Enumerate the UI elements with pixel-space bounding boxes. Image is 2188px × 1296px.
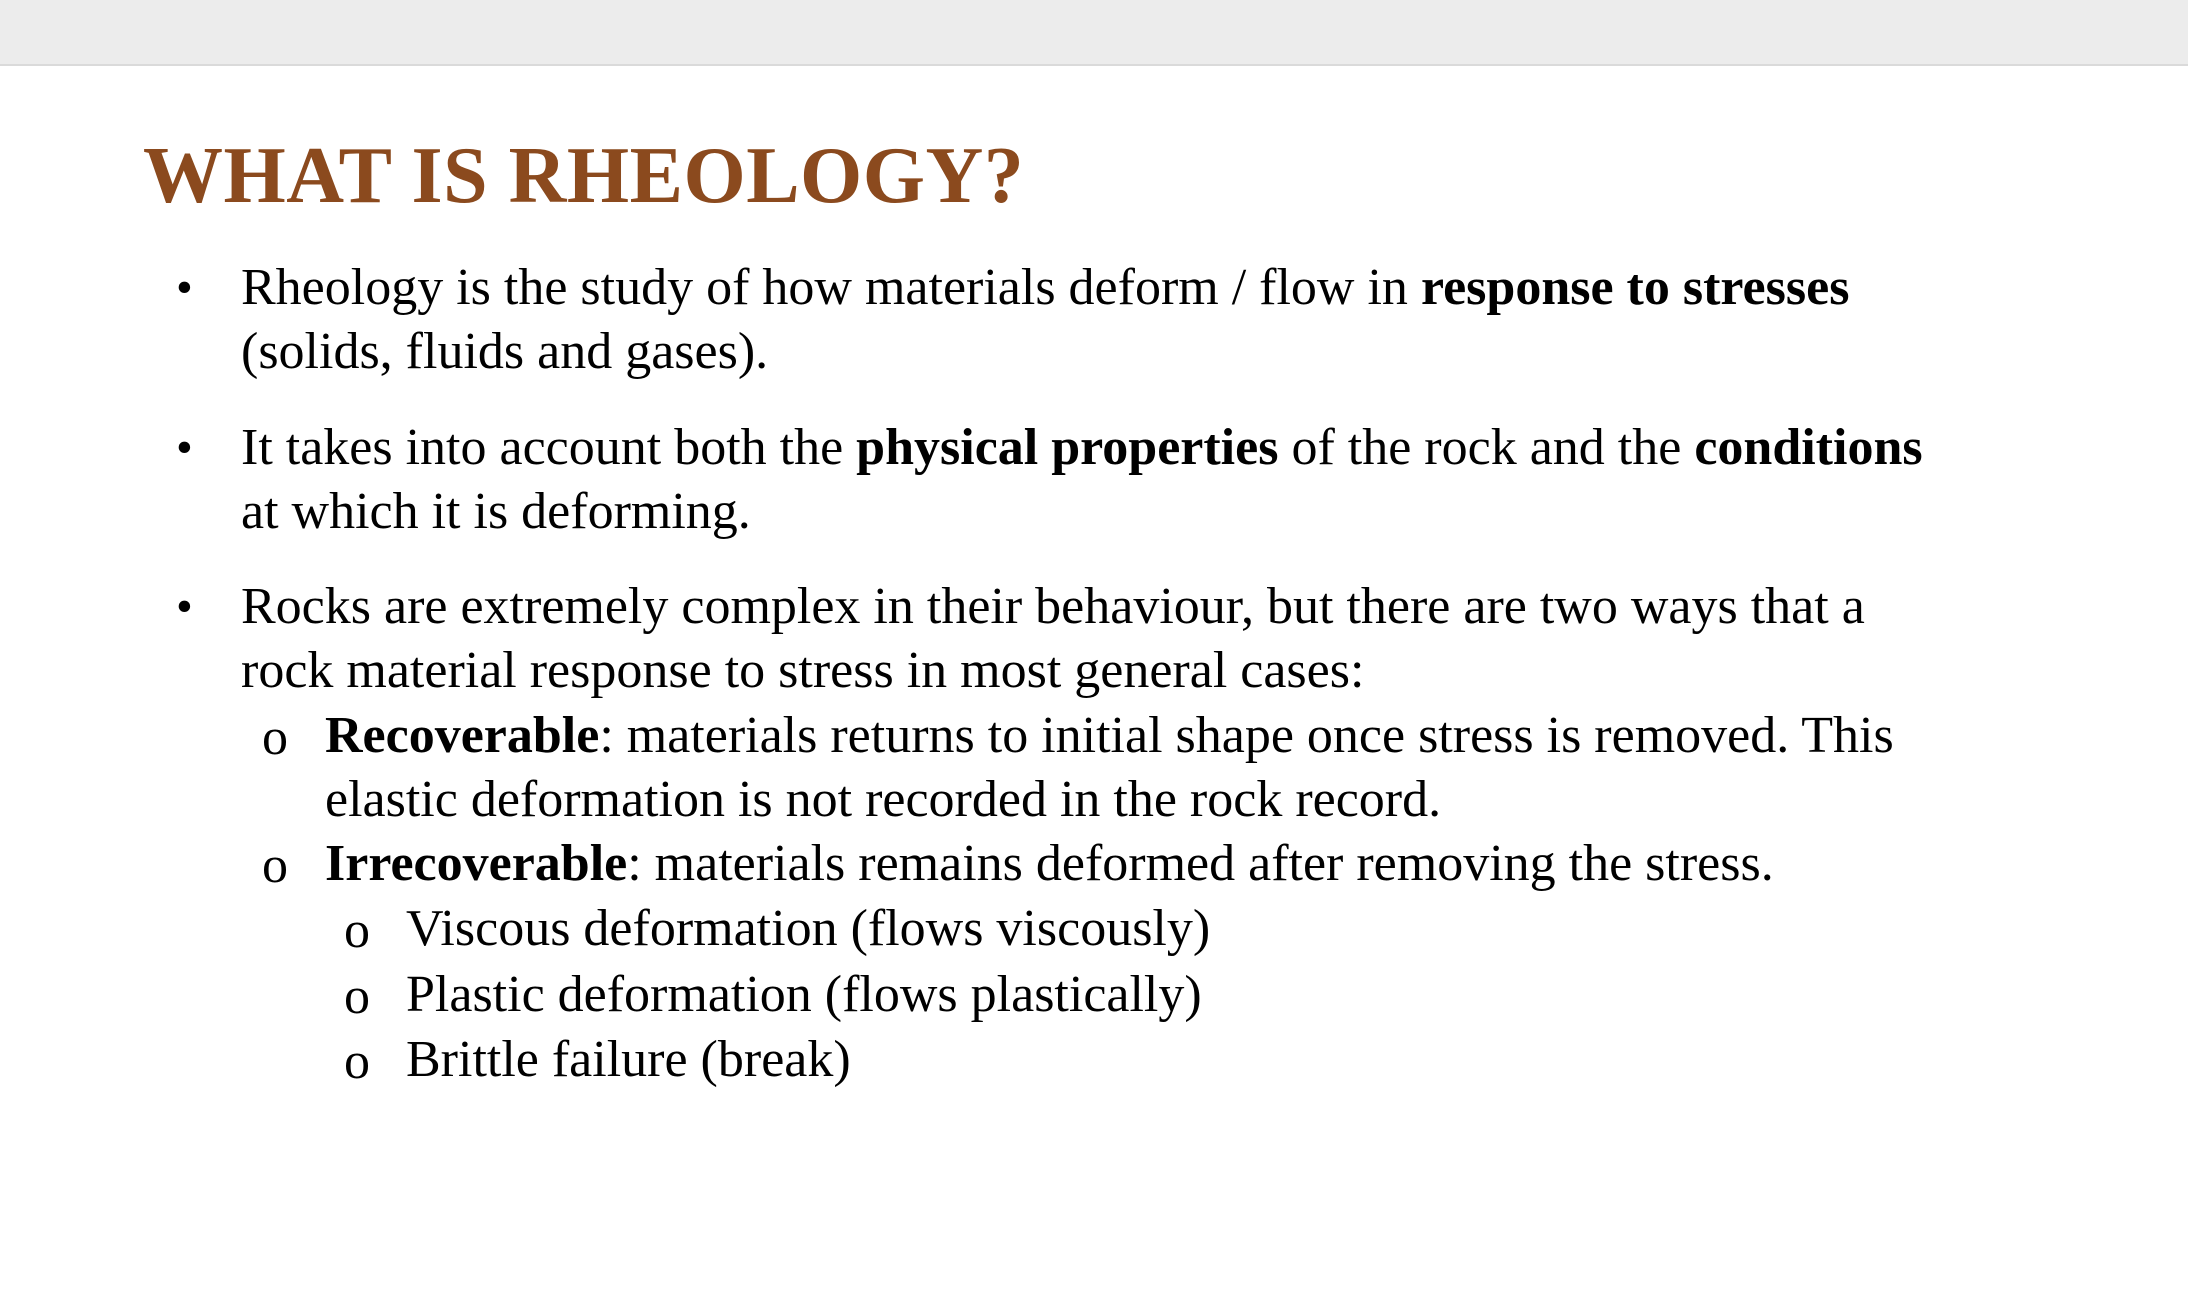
bullet-1-line-2: (solids, fluids and gases). <box>241 323 769 380</box>
bullet-3-line-2: rock material response to stress in most… <box>241 642 1365 699</box>
sub-bullet-marker: o <box>262 837 288 894</box>
sub-bullet-marker: o <box>262 709 288 766</box>
bullet-2-text-a: It takes into account both the <box>241 419 857 476</box>
citation: Billen, 2020 <box>1756 1288 1974 1296</box>
bullet-3-line-1: Rocks are extremely complex in their beh… <box>241 578 1865 635</box>
sub-sub-bullet-plastic: Plastic deformation (flows plastically) <box>406 966 1202 1023</box>
sub-sub-bullet-brittle: Brittle failure (break) <box>406 1031 851 1088</box>
slide: WHAT IS RHEOLOGY? • Rheology is the stud… <box>0 66 2188 1296</box>
irrecoverable-description: : materials remains deformed after remov… <box>627 835 1774 892</box>
sub-bullet-recoverable-line-1: Recoverable: materials returns to initia… <box>325 704 1894 768</box>
bullet-marker: • <box>176 580 193 633</box>
sub-sub-bullet-viscous: Viscous deformation (flows viscously) <box>406 900 1211 957</box>
bullet-1-emphasis: response to stresses <box>1420 259 1850 316</box>
bullet-2-emphasis-conditions: conditions <box>1694 419 1923 476</box>
viewer-top-bar <box>0 0 2188 66</box>
slide-title: WHAT IS RHEOLOGY? <box>143 132 1025 220</box>
bullet-2-text-c: of the rock and the <box>1278 419 1695 476</box>
bullet-marker: • <box>176 261 193 314</box>
bullet-1-line-1: Rheology is the study of how materials d… <box>241 256 1849 320</box>
sub-bullet-irrecoverable-line-1: Irrecoverable: materials remains deforme… <box>325 832 1774 896</box>
recoverable-description: : materials returns to initial shape onc… <box>599 707 1894 764</box>
bullet-1-text: Rheology is the study of how materials d… <box>241 259 1421 316</box>
term-irrecoverable: Irrecoverable <box>325 835 628 892</box>
bullet-marker: • <box>176 421 193 474</box>
bullet-2-line-2: at which it is deforming. <box>241 483 751 540</box>
term-recoverable: Recoverable <box>325 707 600 764</box>
bullet-2-emphasis-physical-properties: physical properties <box>856 419 1279 476</box>
sub-sub-bullet-marker: o <box>344 902 370 959</box>
sub-sub-bullet-marker: o <box>344 1033 370 1090</box>
sub-sub-bullet-marker: o <box>344 968 370 1025</box>
bullet-2-line-1: It takes into account both the physical … <box>241 416 1923 480</box>
sub-bullet-recoverable-line-2: elastic deformation is not recorded in t… <box>325 771 1442 828</box>
